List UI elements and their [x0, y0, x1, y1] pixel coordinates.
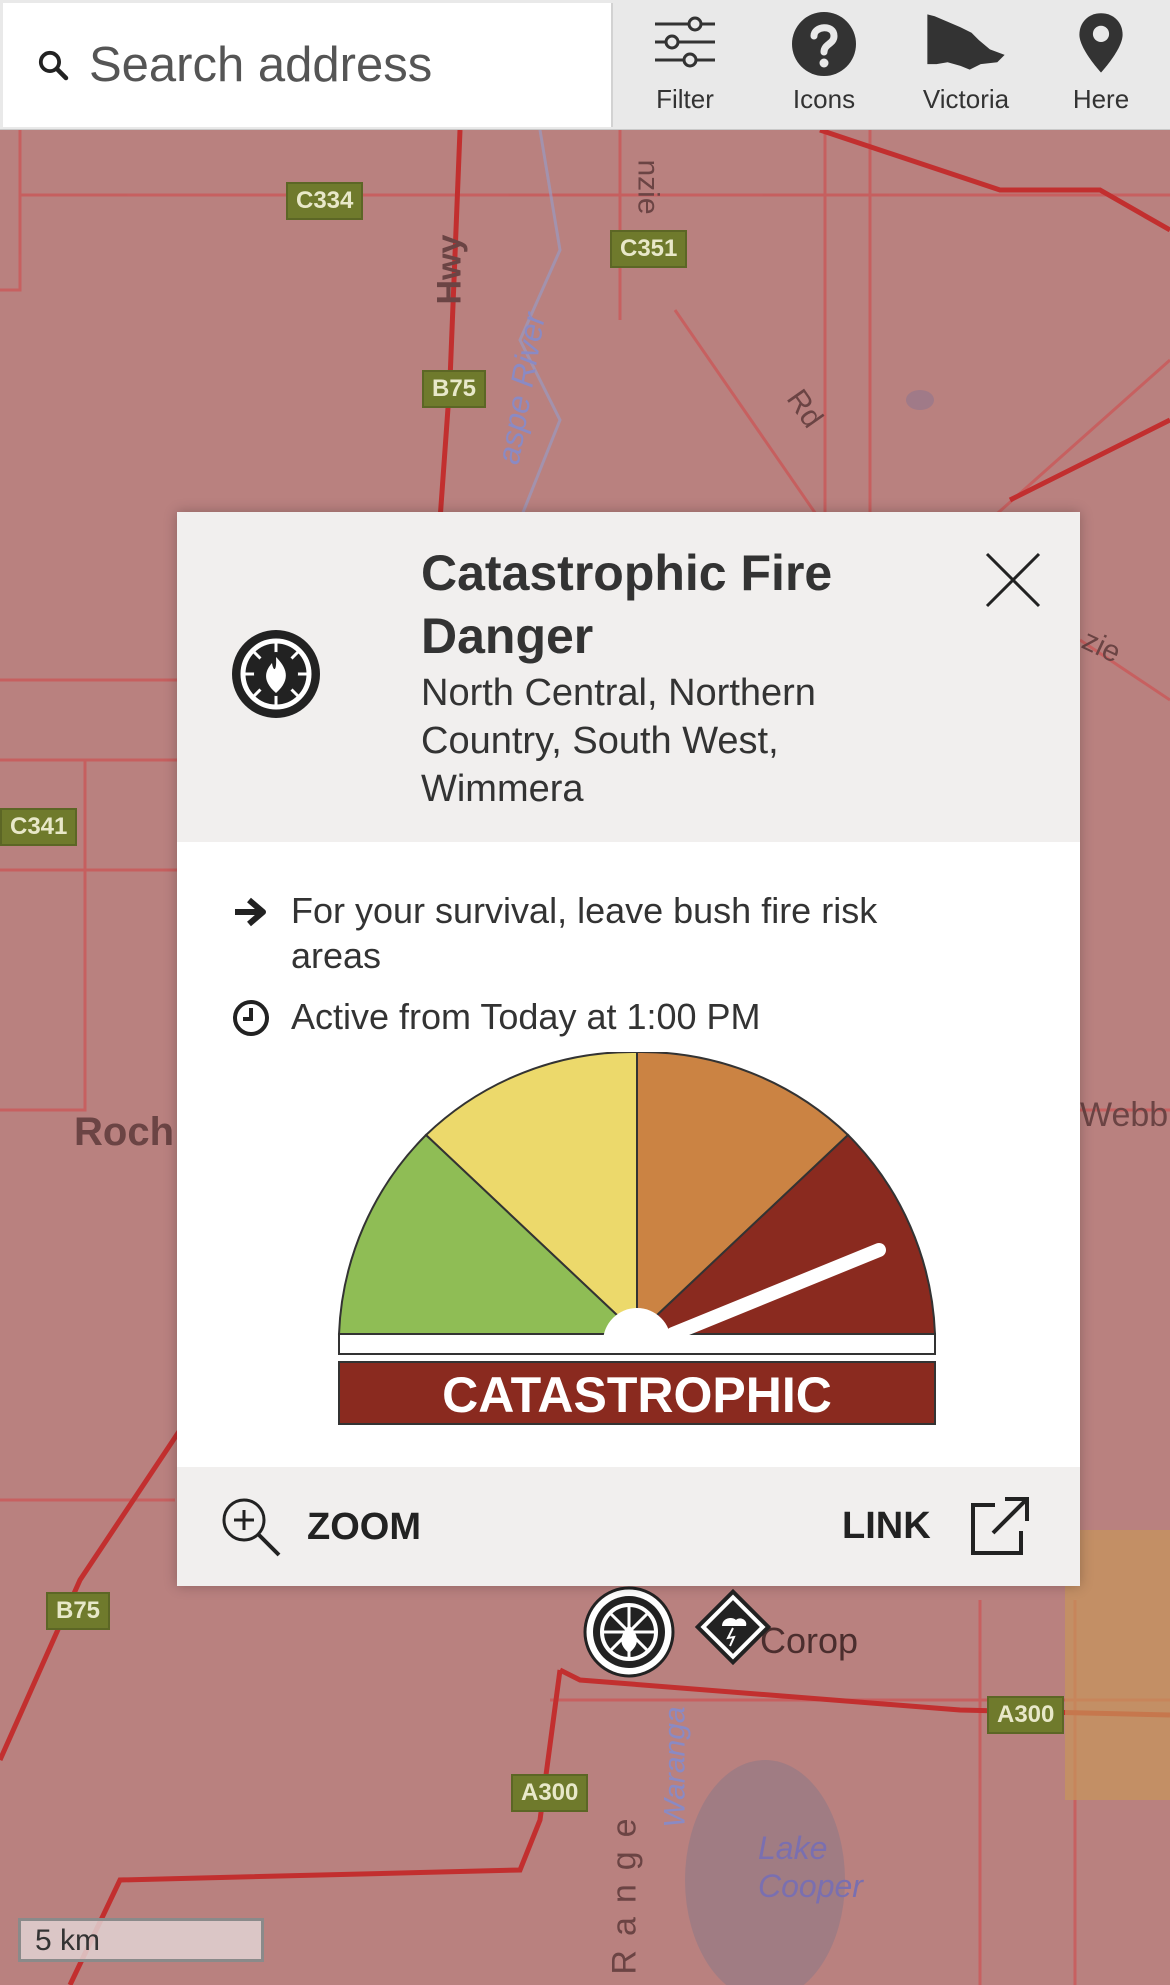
road-shield: B75: [422, 370, 487, 408]
map-label-cooper: Cooper: [758, 1868, 863, 1904]
map-label-roch: Roch: [74, 1110, 174, 1154]
road-shield: C351: [610, 230, 688, 268]
link-label: LINK: [842, 1504, 931, 1547]
search-bar[interactable]: [3, 3, 613, 127]
gauge-label: CATASTROPHIC: [442, 1367, 832, 1423]
here-label: Here: [1072, 84, 1130, 114]
search-icon: [38, 50, 69, 81]
popup-regions: North Central, Northern Country, South W…: [421, 672, 816, 810]
close-icon[interactable]: [981, 548, 1045, 612]
popup-footer: ZOOM LINK: [177, 1467, 1080, 1586]
map-label-corop: Corop: [760, 1620, 859, 1661]
victoria-button[interactable]: Victoria: [916, 6, 1016, 124]
fire-danger-rating-icon: [232, 630, 320, 718]
map-label-lake: Lake: [758, 1830, 828, 1866]
popup-header: Catastrophic Fire Danger North Central, …: [177, 512, 1080, 842]
search-input[interactable]: [87, 36, 611, 94]
icons-button[interactable]: Icons: [784, 6, 864, 124]
fire-danger-gauge: CATASTROPHIC: [337, 1052, 937, 1425]
fire-danger-marker-icon[interactable]: [582, 1585, 676, 1679]
advice-row: For your survival, leave bush fire risk …: [231, 888, 971, 978]
active-text: Active from Today at 1:00 PM: [291, 996, 761, 1037]
road-shield: A300: [511, 1774, 589, 1812]
zoom-in-icon: [222, 1498, 281, 1557]
filter-button[interactable]: Filter: [650, 6, 720, 124]
zoom-label: ZOOM: [307, 1505, 421, 1548]
map-label-range: Range: [605, 1804, 644, 1975]
map-label-webb: Webb: [1080, 1096, 1169, 1134]
fire-danger-popup: Catastrophic Fire Danger North Central, …: [177, 512, 1080, 1586]
filter-label: Filter: [656, 84, 714, 114]
external-link-icon: [970, 1497, 1029, 1555]
advice-text: For your survival, leave bush fire risk …: [291, 890, 878, 976]
icons-label: Icons: [792, 84, 856, 114]
active-row: Active from Today at 1:00 PM: [231, 994, 971, 1039]
map-label-nzie: nzie: [631, 159, 665, 215]
map-label-hwy: Hwy: [430, 234, 469, 305]
road-shield: A300: [987, 1696, 1065, 1734]
road-shield: C341: [0, 808, 78, 846]
victoria-label: Victoria: [922, 84, 1010, 114]
weather-warning-marker-icon[interactable]: [692, 1586, 774, 1668]
victoria-map-icon: [927, 14, 1005, 70]
arrow-right-icon: [235, 897, 266, 927]
popup-title: Catastrophic Fire Danger: [421, 545, 833, 664]
here-button[interactable]: Here: [1066, 6, 1136, 124]
map-label-waranga: Waranga: [658, 1706, 692, 1828]
map-scale: 5 km: [18, 1918, 264, 1962]
filter-icon: [655, 16, 715, 68]
link-button[interactable]: LINK: [842, 1495, 1031, 1557]
top-bar: Filter Icons Victoria Here: [0, 0, 1170, 130]
road-shield: B75: [46, 1592, 111, 1630]
clock-icon: [233, 1000, 269, 1036]
location-pin-icon: [1079, 13, 1123, 73]
help-icon: [792, 12, 856, 76]
zoom-button[interactable]: ZOOM: [219, 1495, 421, 1559]
road-shield: C334: [286, 182, 364, 220]
